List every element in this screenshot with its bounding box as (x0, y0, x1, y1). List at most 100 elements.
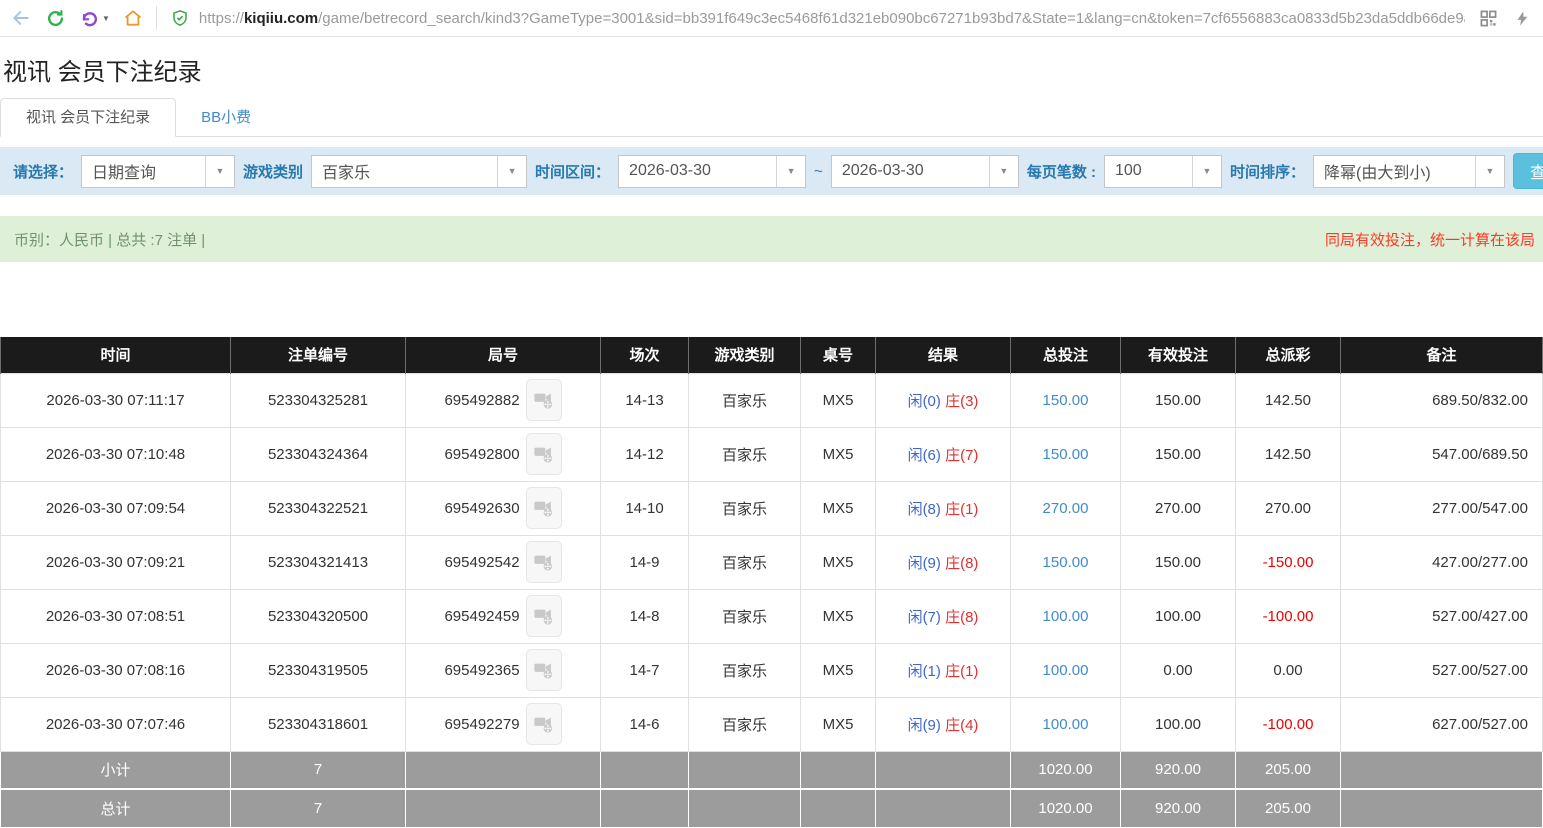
date-to-select[interactable]: 2026-03-30 ▼ (831, 155, 1019, 188)
cell-payout: 142.50 (1236, 427, 1341, 481)
url-bar[interactable]: https://kiqiiu.com/game/betrecord_search… (169, 7, 1465, 29)
query-type-label: 请选择： (13, 161, 73, 182)
back-icon[interactable] (10, 7, 32, 29)
time-range-label: 时间区间： (535, 161, 610, 182)
table-row: 2026-03-30 07:09:21 523304321413 6954925… (1, 535, 1543, 589)
qr-code-icon[interactable] (1477, 7, 1499, 29)
video-replay-icon[interactable] (526, 595, 562, 637)
game-category-label: 游戏类别 (243, 161, 303, 182)
cell-table-no: MX5 (801, 373, 876, 427)
cell-remark: 527.00/427.00 (1341, 589, 1543, 643)
cell-bet-id: 523304321413 (231, 535, 406, 589)
header-session: 场次 (601, 337, 689, 373)
cell-round-id: 695492800 (406, 427, 601, 481)
query-type-select[interactable]: 日期查询 ▼ (81, 155, 235, 188)
table-header-row: 时间 注单编号 局号 场次 游戏类别 桌号 结果 总投注 有效投注 总派彩 备注 (1, 337, 1543, 373)
refresh-icon[interactable] (44, 7, 66, 29)
result-player: 闲(8) (908, 501, 941, 518)
video-replay-icon[interactable] (526, 703, 562, 745)
cell-time: 2026-03-30 07:11:17 (1, 373, 231, 427)
video-replay-icon[interactable] (526, 379, 562, 421)
tab-bar: 视讯 会员下注纪录 BB小费 (0, 98, 1543, 137)
chevron-down-icon: ▼ (1475, 156, 1504, 187)
cell-table-no: MX5 (801, 643, 876, 697)
result-banker: 庄(1) (945, 501, 978, 518)
subtotal-payout: 205.00 (1236, 751, 1341, 789)
table-row: 2026-03-30 07:08:51 523304320500 6954924… (1, 589, 1543, 643)
cell-valid-bet: 270.00 (1121, 481, 1236, 535)
result-banker: 庄(8) (945, 555, 978, 572)
cell-remark: 527.00/527.00 (1341, 643, 1543, 697)
table-row: 2026-03-30 07:11:17 523304325281 6954928… (1, 373, 1543, 427)
table-row: 2026-03-30 07:07:46 523304318601 6954922… (1, 697, 1543, 751)
cell-remark: 689.50/832.00 (1341, 373, 1543, 427)
video-replay-icon[interactable] (526, 433, 562, 475)
bet-table-body: 2026-03-30 07:11:17 523304325281 6954928… (1, 373, 1543, 751)
cell-game-category: 百家乐 (689, 697, 801, 751)
date-from-select[interactable]: 2026-03-30 ▼ (618, 155, 806, 188)
cell-total-bet-link[interactable]: 150.00 (1011, 373, 1121, 427)
cell-session: 14-12 (601, 427, 689, 481)
cell-total-bet-link[interactable]: 150.00 (1011, 427, 1121, 481)
video-replay-icon[interactable] (526, 541, 562, 583)
lightning-icon[interactable] (1511, 7, 1533, 29)
table-row: 2026-03-30 07:08:16 523304319505 6954923… (1, 643, 1543, 697)
subtotal-label: 小计 (1, 751, 231, 789)
cell-bet-id: 523304325281 (231, 373, 406, 427)
cell-total-bet-link[interactable]: 100.00 (1011, 589, 1121, 643)
cell-result: 闲(6) 庄(7) (876, 427, 1011, 481)
subtotal-total-bet: 1020.00 (1011, 751, 1121, 789)
tab-bet-records[interactable]: 视讯 会员下注纪录 (0, 98, 176, 137)
result-player: 闲(1) (908, 663, 941, 680)
search-button[interactable]: 查询 (1513, 153, 1543, 189)
undo-control[interactable]: ▼ (78, 7, 110, 29)
cell-round-id: 695492882 (406, 373, 601, 427)
result-player: 闲(9) (908, 555, 941, 572)
game-category-select[interactable]: 百家乐 ▼ (311, 155, 527, 188)
cell-remark: 627.00/527.00 (1341, 697, 1543, 751)
grand-total-count: 7 (231, 789, 406, 827)
sort-order-select[interactable]: 降幂(由大到小) ▼ (1313, 155, 1505, 188)
result-player: 闲(9) (908, 717, 941, 734)
result-banker: 庄(3) (945, 393, 978, 410)
browser-toolbar: ▼ https://kiqiiu.com/game/betrecord_sear… (0, 0, 1543, 37)
undo-dropdown-caret[interactable]: ▼ (102, 14, 110, 23)
cell-bet-id: 523304320500 (231, 589, 406, 643)
cell-bet-id: 523304322521 (231, 481, 406, 535)
video-replay-icon[interactable] (526, 487, 562, 529)
cell-bet-id: 523304319505 (231, 643, 406, 697)
cell-bet-id: 523304318601 (231, 697, 406, 751)
cell-game-category: 百家乐 (689, 373, 801, 427)
result-banker: 庄(1) (945, 663, 978, 680)
page-size-select[interactable]: 100 ▼ (1104, 155, 1222, 188)
cell-time: 2026-03-30 07:08:51 (1, 589, 231, 643)
cell-result: 闲(9) 庄(8) (876, 535, 1011, 589)
cell-total-bet-link[interactable]: 100.00 (1011, 643, 1121, 697)
subtotal-row: 小计 7 1020.00 920.00 205.00 (1, 751, 1543, 789)
page-size-label: 每页笔数 : (1027, 161, 1096, 182)
chevron-down-icon: ▼ (205, 156, 234, 187)
header-bet-id: 注单编号 (231, 337, 406, 373)
undo-icon[interactable] (78, 7, 100, 29)
cell-total-bet-link[interactable]: 150.00 (1011, 535, 1121, 589)
grand-total-valid-bet: 920.00 (1121, 789, 1236, 827)
cell-payout: -100.00 (1236, 589, 1341, 643)
home-icon[interactable] (122, 7, 144, 29)
result-player: 闲(6) (908, 447, 941, 464)
cell-game-category: 百家乐 (689, 427, 801, 481)
chevron-down-icon: ▼ (989, 156, 1018, 187)
video-replay-icon[interactable] (526, 649, 562, 691)
cell-payout: -150.00 (1236, 535, 1341, 589)
cell-remark: 547.00/689.50 (1341, 427, 1543, 481)
filter-bar: 请选择： 日期查询 ▼ 游戏类别 百家乐 ▼ 时间区间： 2026-03-30 … (0, 147, 1543, 195)
url-text: https://kiqiiu.com/game/betrecord_search… (199, 10, 1465, 27)
result-player: 闲(0) (908, 393, 941, 410)
header-remark: 备注 (1341, 337, 1543, 373)
tab-bb-tip[interactable]: BB小费 (176, 99, 276, 136)
cell-payout: 270.00 (1236, 481, 1341, 535)
cell-result: 闲(8) 庄(1) (876, 481, 1011, 535)
cell-remark: 427.00/277.00 (1341, 535, 1543, 589)
cell-total-bet-link[interactable]: 100.00 (1011, 697, 1121, 751)
security-shield-icon[interactable] (169, 7, 191, 29)
cell-total-bet-link[interactable]: 270.00 (1011, 481, 1121, 535)
